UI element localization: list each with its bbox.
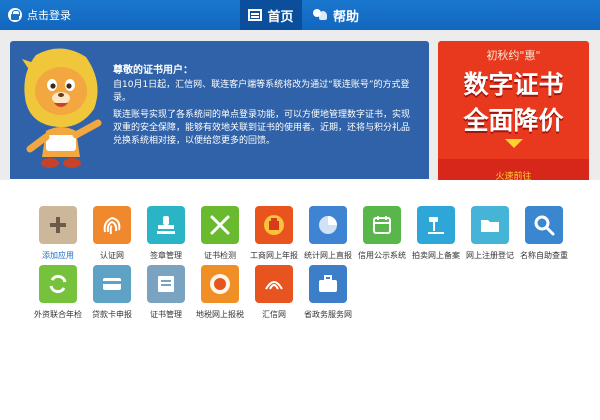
app-label: 地税网上报税 [196,310,244,319]
stamp-icon [147,206,185,244]
app-paimai-beian[interactable]: 拍卖网上备案 [406,206,466,261]
app-label: 省政务服务网 [304,310,352,319]
promo-banner[interactable]: 初秋约"惠" 数字证书 全面降价 火速前往 [438,41,589,200]
app-label: 名称自助查重 [520,251,568,260]
promo-top-text: 初秋约"惠" [486,49,541,62]
promo-line-2: 全面降价 [463,106,564,135]
login-label: 点击登录 [27,9,71,22]
notice-title: 尊敬的证书用户： [113,65,193,76]
app-label: 外资联合年检 [34,310,82,319]
pie-chart-icon [309,206,347,244]
lock-icon [8,8,22,22]
magnifier-icon [525,206,563,244]
app-label: 证书管理 [150,310,182,319]
plus-icon [39,206,77,244]
app-add[interactable]: 添加应用 [28,206,88,261]
notice-carousel[interactable]: 尊敬的证书用户： 自10月1日起，汇信网、联连客户端等系统将改为通过“联连账号”… [10,41,429,200]
app-label: 汇信网 [262,310,286,319]
folder-icon [471,206,509,244]
tab-home[interactable]: 首页 [240,0,302,30]
login-button[interactable]: 点击登录 [8,7,71,23]
tab-help-label: 帮助 [332,9,359,25]
notice-panel: 尊敬的证书用户： 自10月1日起，汇信网、联连客户端等系统将改为通过“联连账号”… [10,41,429,179]
app-dishui-baoshui[interactable]: 地税网上报税 [190,265,250,320]
app-huixin[interactable]: 汇信网 [244,265,304,320]
loop-icon [39,265,77,303]
app-tongji-zhibao[interactable]: 统计网上直报 [298,206,358,261]
app-zhengshu-jiance[interactable]: 证书检测 [190,206,250,261]
card-icon [93,265,131,303]
tab-home-label: 首页 [267,9,294,25]
promo-line-1: 数字证书 [463,70,564,99]
app-zhengwu-fuwu[interactable]: 省政务服务网 [298,265,358,320]
emblem-icon [201,265,239,303]
calendar-icon [363,206,401,244]
app-label: 网上注册登记 [466,251,514,260]
lion-mascot-icon [22,48,102,168]
app-waizi-nianjian[interactable]: 外资联合年检 [28,265,88,320]
app-label: 统计网上直报 [304,251,352,260]
app-xinyong-gongshi[interactable]: 信用公示系统 [352,206,412,261]
briefcase-icon [309,265,347,303]
huixin-logo-icon [255,265,293,303]
app-zhengshu-guanli[interactable]: 证书管理 [136,265,196,320]
app-gongshang-nianbao[interactable]: 工商网上年报 [244,206,304,261]
notice-paragraph-2: 联连账号实现了各系统间的单点登录功能，可以方便地管理数字证书，实现双重的安全保障… [113,110,411,146]
app-label: 拍卖网上备案 [412,251,460,260]
tools-icon [201,206,239,244]
app-label: 认证网 [100,251,124,260]
app-mingcheng-chachong[interactable]: 名称自助查重 [514,206,574,261]
tab-help[interactable]: 帮助 [310,0,362,30]
banner-area: 尊敬的证书用户： 自10月1日起，汇信网、联连客户端等系统将改为通过“联连账号”… [0,30,600,200]
app-renzheng[interactable]: 认证网 [82,206,142,261]
app-grid: 添加应用 认证网 签章管理 证书检测 工商网上年报 统计网上直报 信用公示系统 … [0,180,600,420]
app-label: 工商网上年报 [250,251,298,260]
app-label: 签章管理 [150,251,182,260]
app-zhuce-dengji[interactable]: 网上注册登记 [460,206,520,261]
app-label: 添加应用 [42,251,74,260]
fingerprint-icon [93,206,131,244]
app-qianzhang[interactable]: 签章管理 [136,206,196,261]
home-list-icon [248,9,263,21]
certificate-icon [147,265,185,303]
top-bar: 点击登录 首页 帮助 [0,0,600,30]
emblem-icon [255,206,293,244]
app-daikuanka[interactable]: 贷款卡申报 [82,265,142,320]
gavel-icon [417,206,455,244]
notice-paragraph-1: 自10月1日起，汇信网、联连客户端等系统将改为通过“联连账号”的方式登录。 [113,80,410,103]
app-label: 信用公示系统 [358,251,406,260]
chevron-down-icon [505,139,523,148]
app-label: 证书检测 [204,251,236,260]
app-label: 贷款卡申报 [92,310,132,319]
users-icon [312,9,329,21]
